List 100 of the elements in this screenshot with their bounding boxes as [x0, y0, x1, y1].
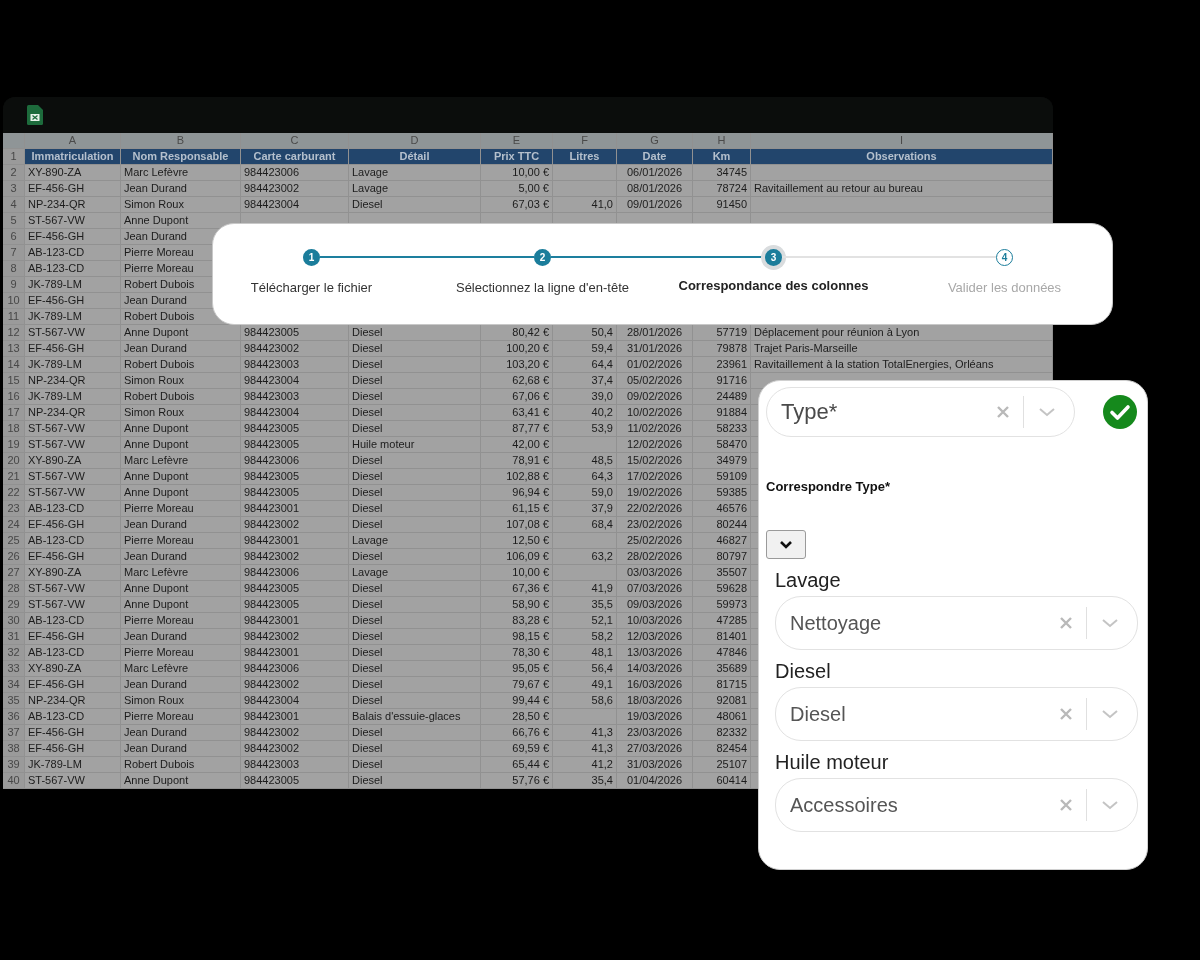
empty-cell — [553, 165, 617, 181]
chevron-down-icon[interactable] — [1101, 618, 1119, 628]
column-letter[interactable]: C — [241, 133, 349, 149]
table-cell: Diesel — [349, 405, 481, 421]
row-number: 7 — [3, 245, 25, 261]
table-cell: XY-890-ZA — [25, 661, 121, 677]
table-cell: XY-890-ZA — [25, 565, 121, 581]
table-cell: 14/03/2026 — [617, 661, 693, 677]
row-number: 35 — [3, 693, 25, 709]
table-cell: 91716 — [693, 373, 751, 389]
table-cell: Lavage — [349, 533, 481, 549]
table-cell: Diesel — [349, 501, 481, 517]
table-cell: Anne Dupont — [121, 421, 241, 437]
column-header: Immatriculation — [25, 149, 121, 165]
table-cell: Diesel — [349, 773, 481, 789]
column-letter[interactable]: H — [693, 133, 751, 149]
table-cell: Simon Roux — [121, 373, 241, 389]
table-cell: 48,5 — [553, 453, 617, 469]
column-header: Km — [693, 149, 751, 165]
column-letter[interactable]: F — [553, 133, 617, 149]
table-cell: NP-234-QR — [25, 373, 121, 389]
table-cell: 39,0 — [553, 389, 617, 405]
clear-icon[interactable] — [1059, 707, 1073, 721]
chevron-down-icon[interactable] — [1038, 407, 1056, 417]
table-cell: ST-567-VW — [25, 469, 121, 485]
select-field[interactable]: Diesel — [775, 687, 1138, 741]
table-cell: 09/03/2026 — [617, 597, 693, 613]
select-field[interactable]: Nettoyage — [775, 596, 1138, 650]
table-cell: 58,2 — [553, 629, 617, 645]
table-cell: 984423002 — [241, 741, 349, 757]
table-cell: Diesel — [349, 597, 481, 613]
row-number: 31 — [3, 629, 25, 645]
table-cell: 60414 — [693, 773, 751, 789]
table-cell: Jean Durand — [121, 341, 241, 357]
table-cell: 984423002 — [241, 677, 349, 693]
row-number: 23 — [3, 501, 25, 517]
table-cell: 23/02/2026 — [617, 517, 693, 533]
table-cell: 984423004 — [241, 373, 349, 389]
table-cell: 984423002 — [241, 629, 349, 645]
row-number: 21 — [3, 469, 25, 485]
table-cell: Diesel — [349, 677, 481, 693]
table-cell: Diesel — [349, 629, 481, 645]
table-cell: 48061 — [693, 709, 751, 725]
chevron-down-icon[interactable] — [1101, 709, 1119, 719]
clear-icon[interactable] — [996, 405, 1010, 419]
table-cell: 80797 — [693, 549, 751, 565]
table-cell: EF-456-GH — [25, 293, 121, 309]
column-letter[interactable]: A — [25, 133, 121, 149]
table-cell: 17/02/2026 — [617, 469, 693, 485]
table-cell: 19/02/2026 — [617, 485, 693, 501]
chevron-down-icon[interactable] — [1101, 800, 1119, 810]
row-number: 9 — [3, 277, 25, 293]
select-field[interactable]: Type* — [766, 387, 1075, 437]
table-cell: 46827 — [693, 533, 751, 549]
column-letter[interactable]: E — [481, 133, 553, 149]
corner-cell[interactable] — [3, 133, 25, 149]
column-letter[interactable]: D — [349, 133, 481, 149]
spreadsheet-icon — [27, 105, 43, 125]
table-cell: 984423005 — [241, 437, 349, 453]
table-cell: Diesel — [349, 549, 481, 565]
clear-icon[interactable] — [1059, 616, 1073, 630]
table-cell: 67,36 € — [481, 581, 553, 597]
table-cell: 59385 — [693, 485, 751, 501]
table-cell: 08/01/2026 — [617, 181, 693, 197]
table-cell: 984423003 — [241, 757, 349, 773]
column-letter[interactable]: G — [617, 133, 693, 149]
dropdown-button[interactable] — [766, 530, 806, 559]
table-cell: 07/03/2026 — [617, 581, 693, 597]
table-cell: 78,91 € — [481, 453, 553, 469]
table-cell: 09/01/2026 — [617, 197, 693, 213]
table-cell: ST-567-VW — [25, 773, 121, 789]
table-cell: 41,2 — [553, 757, 617, 773]
mapping-label: Lavage — [775, 569, 842, 592]
row-number: 18 — [3, 421, 25, 437]
table-cell: Lavage — [349, 165, 481, 181]
table-cell: Huile moteur — [349, 437, 481, 453]
table-cell: 65,44 € — [481, 757, 553, 773]
table-cell: Diesel — [349, 725, 481, 741]
column-letter[interactable]: I — [751, 133, 1053, 149]
table-cell: 40,2 — [553, 405, 617, 421]
row-number: 8 — [3, 261, 25, 277]
table-cell: ST-567-VW — [25, 213, 121, 229]
table-cell: 57,76 € — [481, 773, 553, 789]
chevron-down-icon — [779, 540, 793, 549]
table-cell: 63,41 € — [481, 405, 553, 421]
clear-icon[interactable] — [1059, 798, 1073, 812]
table-cell: 23961 — [693, 357, 751, 373]
table-cell: 95,05 € — [481, 661, 553, 677]
table-cell: 58,6 — [553, 693, 617, 709]
table-cell: 64,3 — [553, 469, 617, 485]
table-cell: 984423001 — [241, 709, 349, 725]
table-cell: 37,4 — [553, 373, 617, 389]
select-field[interactable]: Accessoires — [775, 778, 1138, 832]
table-cell: Anne Dupont — [121, 773, 241, 789]
table-cell: ST-567-VW — [25, 485, 121, 501]
table-cell: 59628 — [693, 581, 751, 597]
column-letter[interactable]: B — [121, 133, 241, 149]
table-cell: 28/02/2026 — [617, 549, 693, 565]
step-label: Valider les données — [947, 280, 1062, 295]
row-number: 12 — [3, 325, 25, 341]
